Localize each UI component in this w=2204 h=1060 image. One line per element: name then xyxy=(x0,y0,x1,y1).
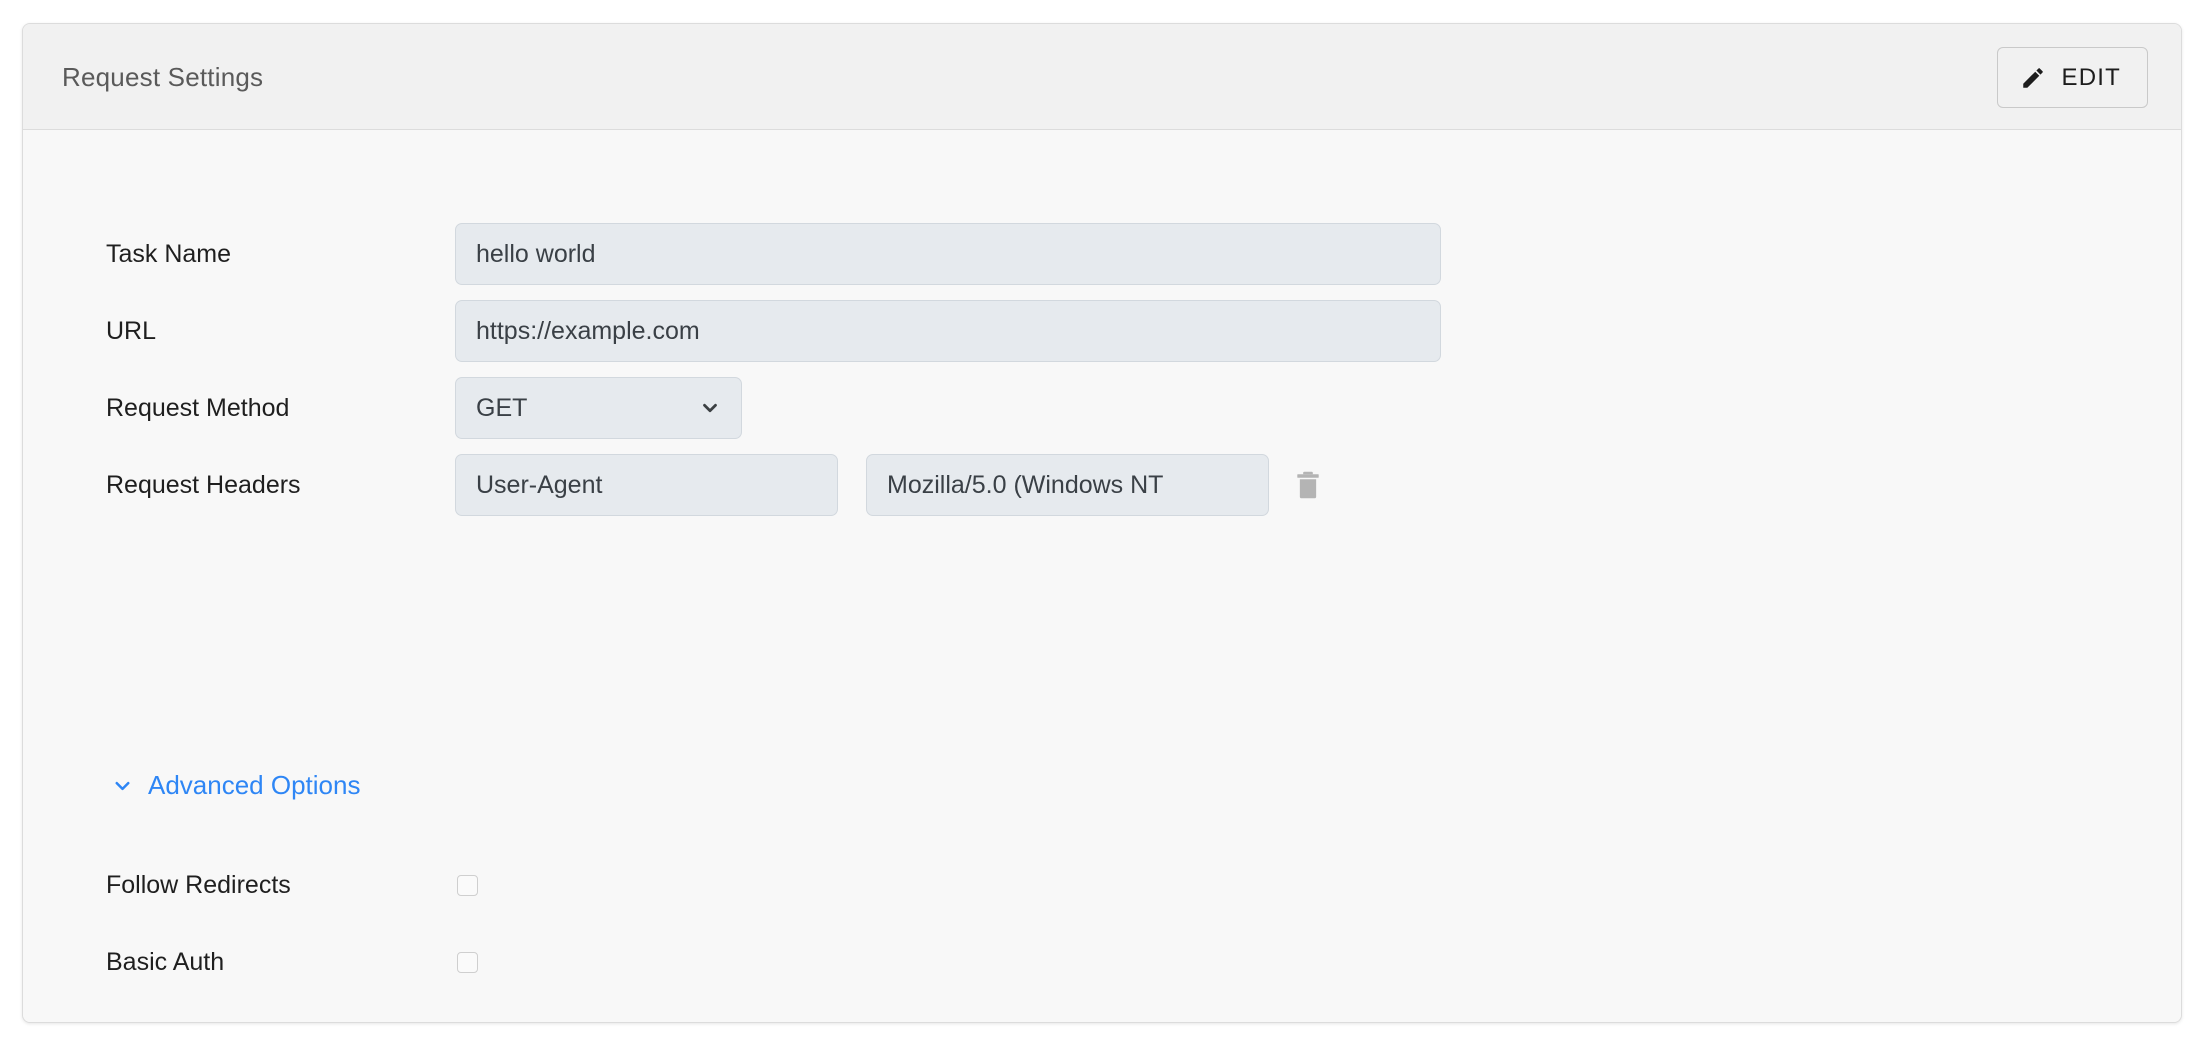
url-label: URL xyxy=(106,316,157,345)
card-body: Task Name URL Request Method GET Request… xyxy=(23,130,2181,1022)
basic-auth-checkbox[interactable] xyxy=(457,951,478,973)
form-row-request-headers: Request Headers xyxy=(23,454,2181,516)
follow-redirects-label: Follow Redirects xyxy=(106,870,291,899)
request-method-select[interactable]: GET xyxy=(455,377,742,439)
form-row-task-name: Task Name xyxy=(23,223,2181,285)
delete-header-button[interactable] xyxy=(1288,465,1328,505)
header-value-input[interactable] xyxy=(866,454,1269,516)
request-headers-label: Request Headers xyxy=(106,470,301,499)
form-row-url: URL xyxy=(23,300,2181,362)
header-key-input[interactable] xyxy=(455,454,838,516)
request-method-label: Request Method xyxy=(106,393,290,422)
edit-button[interactable]: EDIT xyxy=(1996,47,2148,108)
form-row-basic-auth: Basic Auth xyxy=(23,942,2181,982)
basic-auth-label: Basic Auth xyxy=(106,947,225,976)
task-name-label: Task Name xyxy=(106,239,232,268)
follow-redirects-checkbox[interactable] xyxy=(457,874,478,896)
card-header: Request Settings EDIT xyxy=(23,24,2181,130)
request-method-value: GET xyxy=(476,393,528,422)
chevron-down-icon xyxy=(111,774,134,797)
form-row-follow-redirects: Follow Redirects xyxy=(23,865,2181,905)
pencil-icon xyxy=(2020,65,2046,91)
advanced-options-toggle[interactable]: Advanced Options xyxy=(111,770,360,801)
task-name-input[interactable] xyxy=(455,223,1441,285)
trash-icon xyxy=(1295,470,1321,500)
page-title: Request Settings xyxy=(62,61,264,92)
form-row-request-method: Request Method GET xyxy=(23,377,2181,439)
edit-button-label: EDIT xyxy=(2061,63,2121,91)
request-settings-card: Request Settings EDIT Task Name URL Requ… xyxy=(22,23,2182,1023)
url-input[interactable] xyxy=(455,300,1441,362)
advanced-options-label: Advanced Options xyxy=(148,770,361,800)
chevron-down-icon xyxy=(699,397,721,419)
